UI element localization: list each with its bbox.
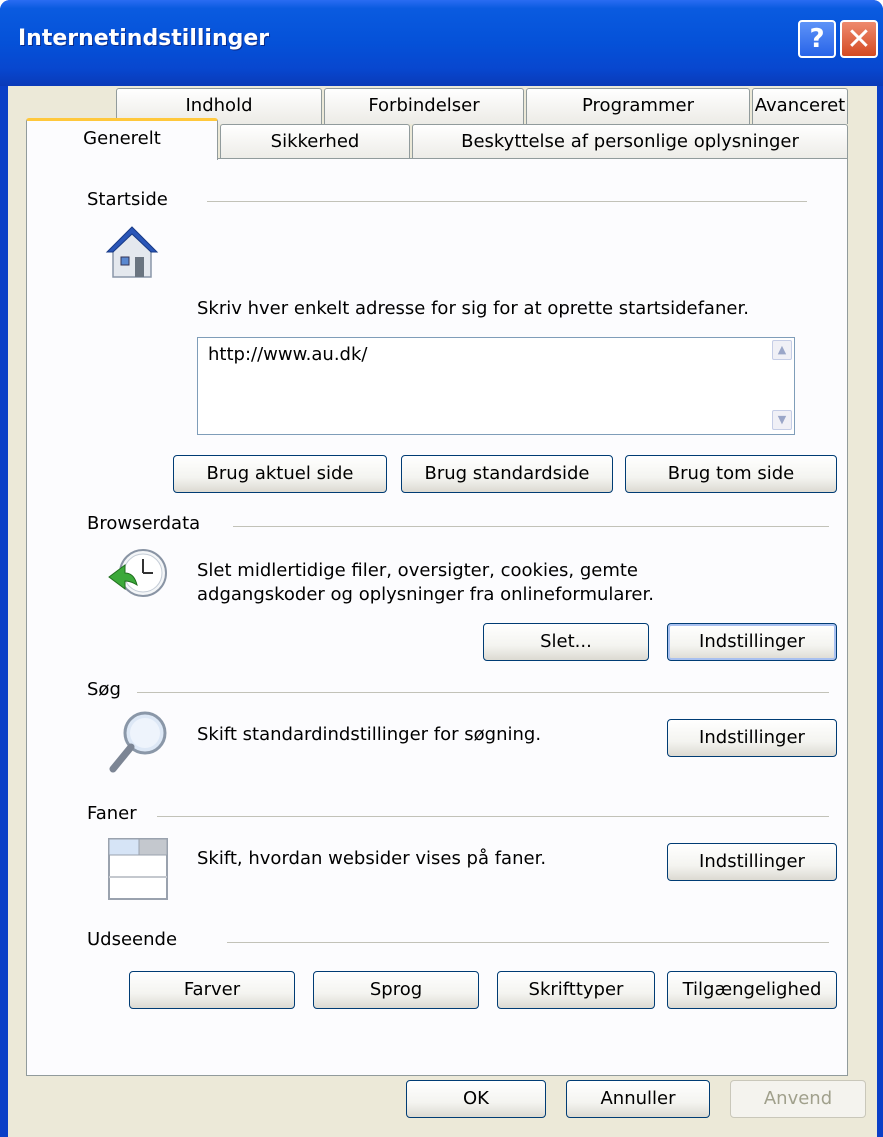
use-blank-page-button[interactable]: Brug tom side: [625, 455, 837, 493]
colors-button[interactable]: Farver: [129, 971, 295, 1009]
house-icon: [105, 226, 159, 278]
tab-sikkerhed[interactable]: Sikkerhed: [220, 124, 410, 160]
homepage-url-input[interactable]: http://www.au.dk/ ▲ ▼: [197, 337, 795, 435]
apply-button[interactable]: Anvend: [730, 1080, 866, 1118]
scroll-up-icon[interactable]: ▲: [772, 340, 792, 360]
accessibility-button[interactable]: Tilgængelighed: [667, 971, 837, 1009]
tab-avanceret[interactable]: Avanceret: [752, 88, 848, 124]
window-title: Internetindstillinger: [18, 26, 270, 51]
dialog-window: Internetindstillinger ? ✕ Indhold Forbin…: [0, 0, 883, 1137]
section-title-tabs: Faner: [87, 803, 137, 824]
title-bar[interactable]: Internetindstillinger ? ✕: [0, 0, 883, 86]
clock-icon: [108, 549, 167, 597]
browserdata-settings-button[interactable]: Indstillinger: [667, 623, 837, 661]
browserdata-description-line1: Slet midlertidige filer, oversigter, coo…: [197, 560, 639, 581]
section-divider: [157, 816, 829, 817]
delete-button[interactable]: Slet...: [483, 623, 649, 661]
tab-programmer[interactable]: Programmer: [526, 88, 750, 124]
search-description: Skift standardindstillinger for søgning.: [197, 724, 542, 745]
tab-forbindelser[interactable]: Forbindelser: [324, 88, 524, 124]
tabs-description: Skift, hvordan websider vises på faner.: [197, 848, 547, 869]
section-title-search: Søg: [87, 679, 121, 700]
section-divider: [233, 526, 829, 527]
tab-generelt[interactable]: Generelt: [26, 118, 218, 160]
url-scrollbar[interactable]: ▲ ▼: [772, 340, 792, 432]
languages-button[interactable]: Sprog: [313, 971, 479, 1009]
cancel-button[interactable]: Annuller: [566, 1080, 710, 1118]
startside-description: Skriv hver enkelt adresse for sig for at…: [197, 298, 749, 319]
section-divider: [137, 692, 829, 693]
use-current-page-button[interactable]: Brug aktuel side: [173, 455, 387, 493]
section-title-browserdata: Browserdata: [87, 513, 201, 534]
ok-button[interactable]: OK: [406, 1080, 546, 1118]
help-button[interactable]: ?: [798, 20, 836, 58]
tab-panel-generelt: Startside Skriv hver enkelt adresse for …: [26, 158, 848, 1076]
scroll-down-icon[interactable]: ▼: [772, 410, 792, 430]
magnifier-icon: [109, 711, 167, 773]
section-divider: [207, 201, 807, 202]
browserdata-description-line2: adgangskoder og oplysninger fra onlinefo…: [197, 584, 654, 605]
tabs-icon: [108, 838, 168, 900]
section-divider: [227, 942, 829, 943]
homepage-url-value: http://www.au.dk/: [208, 344, 368, 365]
search-settings-button[interactable]: Indstillinger: [667, 719, 837, 757]
close-button[interactable]: ✕: [840, 20, 878, 58]
section-title-appearance: Udseende: [87, 929, 178, 950]
use-default-page-button[interactable]: Brug standardside: [401, 455, 613, 493]
tabs-settings-button[interactable]: Indstillinger: [667, 843, 837, 881]
fonts-button[interactable]: Skrifttyper: [497, 971, 655, 1009]
dialog-client-area: Indhold Forbindelser Programmer Avancere…: [8, 86, 877, 1137]
section-title-startside: Startside: [87, 189, 168, 210]
tab-beskyttelse[interactable]: Beskyttelse af personlige oplysninger: [412, 124, 848, 160]
